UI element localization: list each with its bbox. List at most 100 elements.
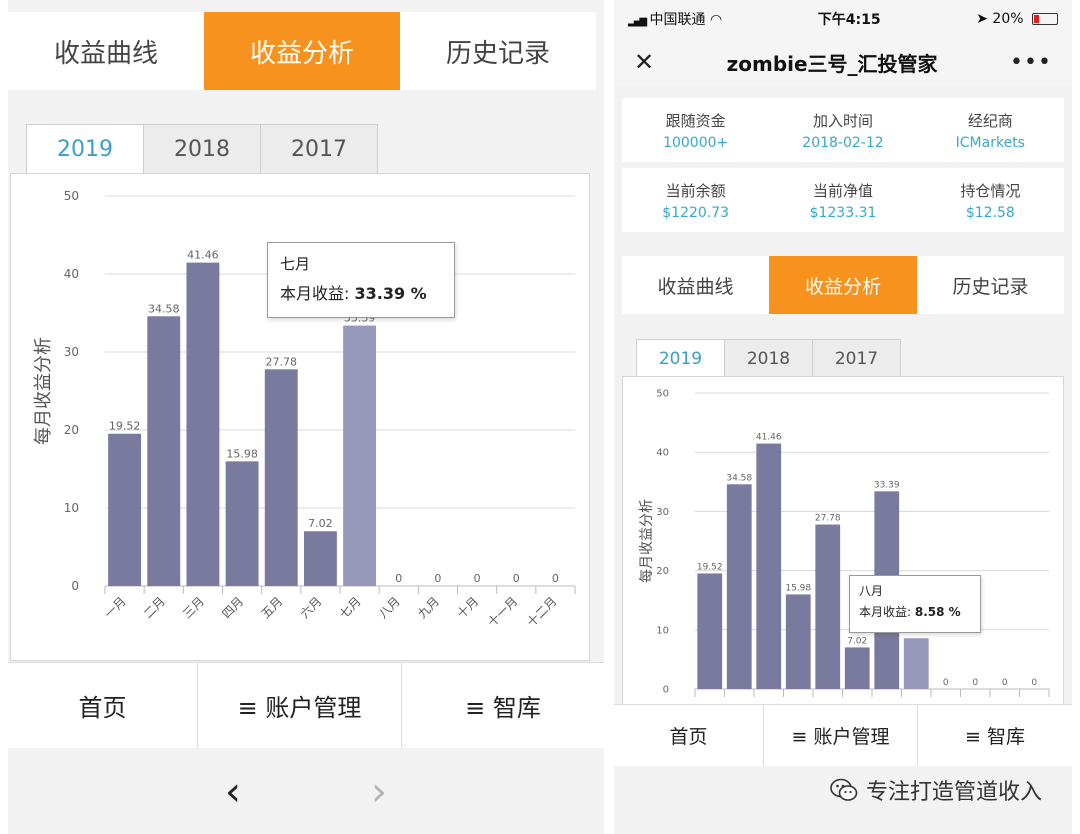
data-label: 33.39 [874,480,900,490]
x-tick-label: 二月 [141,594,168,621]
data-label: 34.58 [726,473,752,483]
tab-profit-curve[interactable]: 收益曲线 [8,12,204,90]
x-tick-label: 八月 [376,594,403,621]
y-axis-label: 每月收益分析 [639,499,655,583]
tab-history[interactable]: 历史记录 [917,256,1064,314]
bar-三月 [186,262,220,586]
tooltip-month: 八月 [859,584,884,598]
y-tick-label: 20 [656,566,669,577]
nav-account-management[interactable]: ≡ 账户管理 [198,663,402,748]
y-tick-label: 10 [656,625,669,636]
info-label: 加入时间 [812,111,873,130]
nav-home[interactable]: 首页 [8,663,198,748]
y-tick-label: 40 [64,267,79,281]
bar-一月 [108,433,142,586]
data-label: 27.78 [815,514,841,524]
y-tick-label: 40 [656,448,669,459]
y-axis-label: 每月收益分析 [33,337,54,445]
status-bar: ▂▄▆ 中国联通 ◠ 下午4:15 ➤ 20% [614,0,1072,38]
x-tick-label: 六月 [298,594,325,621]
tab-profit-analysis[interactable]: 收益分析 [769,256,917,314]
y-tick-label: 20 [64,423,79,437]
bar-五月 [264,369,298,586]
wifi-icon: ◠ [709,12,723,28]
tab-year-2017[interactable]: 2017 [260,124,378,174]
tooltip-label: 本月收益: [280,284,355,303]
bottom-nav: 首页 ≡ 账户管理 ≡ 智库 [8,662,604,748]
tab-year-2018[interactable]: 2018 [143,124,261,174]
tab-year-2018[interactable]: 2018 [724,339,813,377]
data-label: 0 [474,572,481,585]
data-label: 15.98 [226,447,258,460]
data-label: 27.78 [266,355,298,368]
y-tick-label: 50 [64,189,79,203]
tab-year-2017[interactable]: 2017 [812,339,901,377]
bar-六月 [303,531,337,586]
location-icon: ➤ [976,11,988,27]
data-label: 0 [972,678,978,688]
data-label: 7.02 [847,636,867,646]
data-label: 7.02 [308,517,333,530]
info-positions: 持仓情况 $12.58 [916,168,1064,232]
watermark-text: 专注打造管道收入 [865,780,1042,805]
info-label: 跟随资金 [665,111,726,130]
title-bar: ✕ zombie三号_汇投管家 ••• [614,38,1072,86]
info-label: 经纪商 [967,111,1013,130]
x-tick-label: 一月 [102,594,129,621]
carrier-name: 中国联通 [649,12,706,28]
browser-nav-bar: ‹ › [8,750,604,834]
chart-tooltip: 七月 本月收益: 33.39 % [267,242,455,318]
x-tick-label: 三月 [180,594,207,621]
y-tick-label: 0 [71,579,79,593]
bar-二月 [726,484,752,689]
tab-year-2019[interactable]: 2019 [636,339,725,377]
more-icon[interactable]: ••• [1010,50,1052,75]
bar-二月 [147,316,181,586]
nav-knowledge-base[interactable]: ≡ 智库 [918,705,1072,766]
nav-home[interactable]: 首页 [614,705,764,766]
right-screenshot-panel: ▂▄▆ 中国联通 ◠ 下午4:15 ➤ 20% ✕ zombie三号_汇投管家 … [614,0,1072,834]
x-tick-label: 十一月 [485,594,520,629]
account-info-grid: 跟随资金 100000+ 加入时间 2018-02-12 经纪商 ICMarke… [622,98,1064,232]
tab-history[interactable]: 历史记录 [400,12,596,90]
x-tick-label: 七月 [337,594,364,621]
data-label: 0 [395,572,402,585]
browser-forward-icon[interactable]: › [371,769,387,815]
info-value: 2018-02-12 [802,134,884,151]
x-tick-label: 九月 [415,594,442,621]
info-follow-funds: 跟随资金 100000+ [622,98,770,162]
data-label: 0 [943,678,949,688]
tab-profit-curve[interactable]: 收益曲线 [622,256,769,314]
data-label: 0 [1031,678,1037,688]
y-tick-label: 30 [656,507,669,518]
info-equity: 当前净值 $1233.31 [769,168,917,232]
signal-icon: ▂▄▆ [628,16,647,27]
chart-tooltip: 八月 本月收益: 8.58 % [849,575,981,633]
year-tabs: 2019 2018 2017 [26,124,378,174]
data-label: 41.46 [187,249,219,262]
info-value: $12.58 [965,204,1015,221]
y-tick-label: 30 [64,345,79,359]
analysis-tabs: 收益曲线 收益分析 历史记录 [8,12,596,90]
x-tick-label: 四月 [219,594,246,621]
info-join-date: 加入时间 2018-02-12 [769,98,917,162]
info-label: 持仓情况 [960,181,1021,200]
tab-profit-analysis[interactable]: 收益分析 [204,12,400,90]
tooltip-value: 8.58 % [914,605,961,619]
info-label: 当前净值 [812,181,873,200]
bar-七月 [343,325,377,586]
monthly-profit-chart: 0 10 20 30 40 50 每月收益分析 19.52 34.58 41.46 15.98 27.… [622,376,1064,706]
tooltip-value: 33.39 % [354,284,427,303]
clock: 下午4:15 [817,12,881,28]
tab-year-2019[interactable]: 2019 [26,124,144,174]
nav-knowledge-base[interactable]: ≡ 智库 [402,663,604,748]
nav-account-management[interactable]: ≡ 账户管理 [764,705,918,766]
monthly-profit-chart-svg: 0 10 20 30 40 50 每月收益分析 19.52 34.58 41.46 15.98 27.… [639,389,1050,697]
close-icon[interactable]: ✕ [634,48,654,76]
monthly-profit-chart: 0 10 20 30 40 50 每月收益分析 19.52 一月 34.58 二月 41.46 三月 15… [10,173,590,661]
bar-八月 [903,638,929,689]
y-tick-label: 0 [663,685,669,696]
browser-back-icon[interactable]: ‹ [225,769,241,815]
tooltip-month: 七月 [280,255,311,273]
bar-五月 [815,524,841,689]
